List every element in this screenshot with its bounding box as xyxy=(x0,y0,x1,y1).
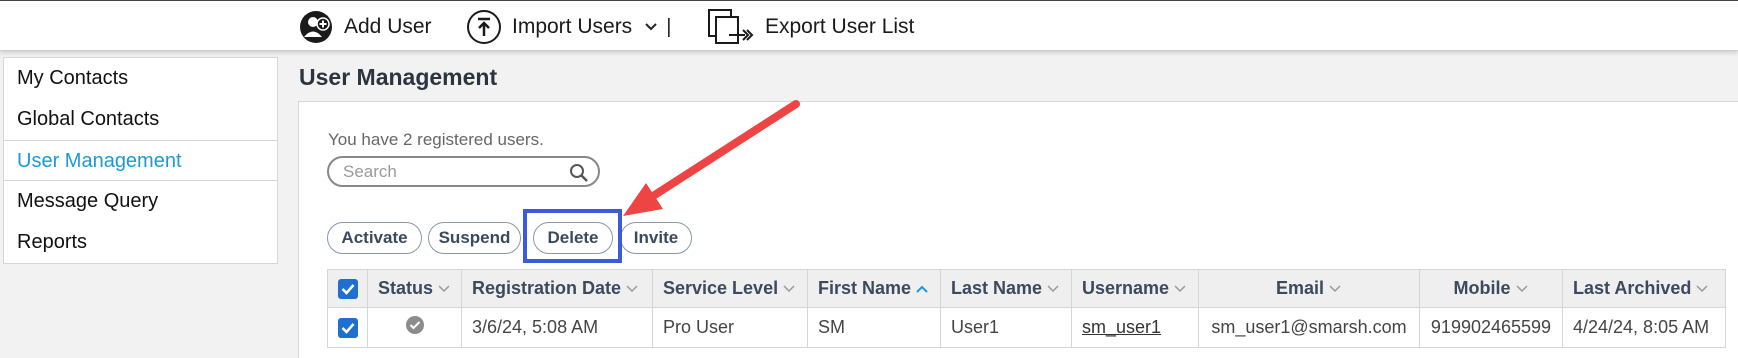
select-all-checkbox[interactable] xyxy=(328,270,368,307)
search-input[interactable] xyxy=(343,161,563,183)
service-level-cell: Pro User xyxy=(653,308,808,347)
column-header-label: Registration Date xyxy=(472,278,622,298)
mobile-cell: 919902465599 xyxy=(1420,308,1563,347)
row-checkbox[interactable] xyxy=(328,308,368,347)
sidebar-item-message-query[interactable]: Message Query xyxy=(4,181,277,222)
column-header-first-name[interactable]: First Name xyxy=(808,270,941,307)
search-box xyxy=(327,156,600,187)
search-icon[interactable] xyxy=(569,163,589,188)
column-header-username[interactable]: Username xyxy=(1072,270,1199,307)
activate-button[interactable]: Activate xyxy=(327,222,422,254)
chevron-down-icon xyxy=(1695,284,1709,294)
chevron-down-icon xyxy=(1173,284,1187,294)
chevron-down-icon[interactable] xyxy=(644,22,658,32)
import-icon xyxy=(466,9,502,45)
chevron-down-icon xyxy=(782,284,796,294)
sidebar-item-global-contacts[interactable]: Global Contacts xyxy=(4,99,277,140)
chevron-up-icon xyxy=(915,284,929,294)
status-cell xyxy=(368,308,462,347)
username-cell: sm_user1 xyxy=(1072,308,1199,347)
username-link[interactable]: sm_user1 xyxy=(1082,317,1161,338)
first-name-cell: SM xyxy=(808,308,941,347)
toolbar-separator: | xyxy=(666,15,672,38)
import-users-button[interactable]: Import Users | xyxy=(466,9,671,45)
checkbox-checked-icon xyxy=(337,317,358,338)
add-user-button[interactable]: Add User xyxy=(298,9,432,45)
column-header-service-level[interactable]: Service Level xyxy=(653,270,808,307)
checkbox-checked-icon xyxy=(337,278,358,299)
column-header-label: First Name xyxy=(818,278,912,298)
export-icon xyxy=(707,8,755,46)
add-user-label: Add User xyxy=(344,15,432,38)
delete-highlight-box xyxy=(523,209,622,263)
export-user-list-button[interactable]: Export User List xyxy=(707,9,914,45)
column-header-label: Username xyxy=(1082,278,1170,298)
last-name-cell: User1 xyxy=(941,308,1072,347)
column-header-last-name[interactable]: Last Name xyxy=(941,270,1072,307)
sidebar-item-reports[interactable]: Reports xyxy=(4,222,277,263)
column-header-last-archived[interactable]: Last Archived xyxy=(1563,270,1725,307)
column-header-label: Service Level xyxy=(663,278,779,298)
registered-users-text: You have 2 registered users. xyxy=(328,130,544,149)
column-header-status[interactable]: Status xyxy=(368,270,462,307)
top-toolbar: Add User Import Users | Export User List xyxy=(0,0,1738,51)
last-archived-cell: 4/24/24, 8:05 AM xyxy=(1573,317,1710,337)
column-header-label: Last Archived xyxy=(1573,278,1692,298)
chevron-down-icon xyxy=(1515,284,1529,294)
add-user-icon xyxy=(298,9,334,45)
column-header-label: Last Name xyxy=(951,278,1043,298)
column-header-email[interactable]: Email xyxy=(1199,270,1420,307)
table-header: Status Registration Date Service Level F… xyxy=(327,269,1726,308)
import-users-label: Import Users xyxy=(512,15,633,38)
chevron-down-icon xyxy=(1328,284,1342,294)
column-header-label: Mobile xyxy=(1453,278,1511,298)
column-header-registration-date[interactable]: Registration Date xyxy=(462,270,653,307)
table-row[interactable]: 3/6/24, 5:08 AM Pro User SM User1 sm_use… xyxy=(327,308,1726,348)
page-title: User Management xyxy=(299,64,498,90)
sidebar-item-my-contacts[interactable]: My Contacts xyxy=(4,58,277,99)
app-root: Add User Import Users | Export User List… xyxy=(0,0,1738,358)
column-header-label: Status xyxy=(378,278,434,298)
column-header-label: Email xyxy=(1275,278,1325,298)
suspend-button[interactable]: Suspend xyxy=(428,222,521,254)
email-cell: sm_user1@smarsh.com xyxy=(1199,308,1420,347)
chevron-down-icon xyxy=(437,284,451,294)
status-check-icon xyxy=(405,315,425,340)
chevron-down-icon xyxy=(1046,284,1060,294)
invite-button[interactable]: Invite xyxy=(620,222,692,254)
sidebar-item-user-management[interactable]: User Management xyxy=(4,140,277,181)
column-header-mobile[interactable]: Mobile xyxy=(1420,270,1563,307)
chevron-down-icon xyxy=(625,284,639,294)
export-user-list-label: Export User List xyxy=(765,15,915,38)
registration-date-cell: 3/6/24, 5:08 AM xyxy=(462,308,653,347)
sidebar-nav: My Contacts Global Contacts User Managem… xyxy=(3,57,278,264)
